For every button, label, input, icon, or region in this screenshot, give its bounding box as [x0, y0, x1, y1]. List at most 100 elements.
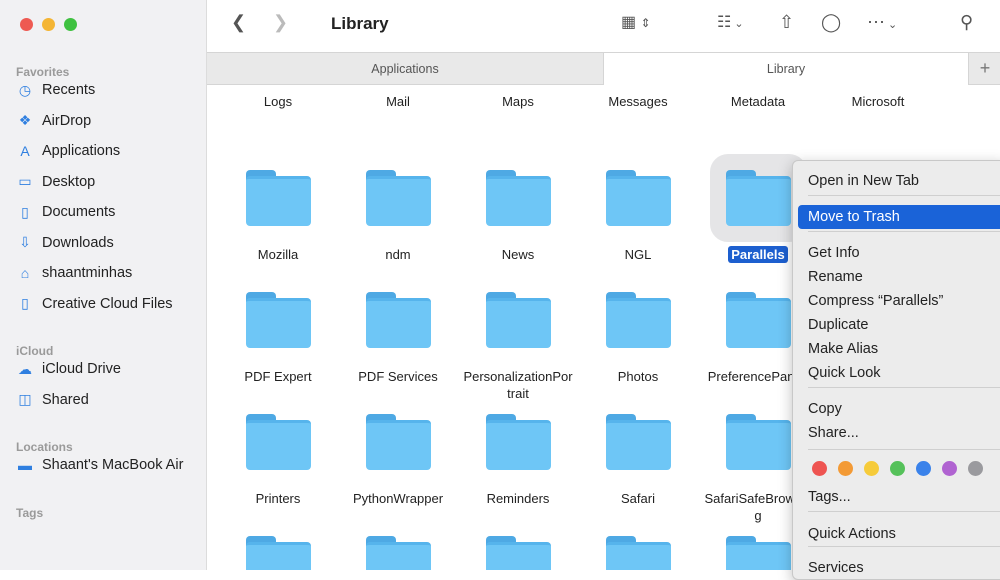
- tag-color-dot[interactable]: [942, 461, 957, 476]
- new-tab-button[interactable]: +: [970, 53, 1000, 84]
- tag-color-dot[interactable]: [916, 461, 931, 476]
- tab-library[interactable]: Library: [603, 53, 969, 85]
- folder-icon: [365, 170, 431, 226]
- file-item[interactable]: ndm: [338, 170, 458, 263]
- sidebar-item-recents[interactable]: ◷ Recents: [16, 78, 95, 102]
- cloud-icon: ☁: [18, 360, 32, 377]
- group-button[interactable]: ☷ ⌄: [717, 12, 744, 32]
- file-item[interactable]: Photos: [578, 292, 698, 385]
- view-mode-button[interactable]: ▦ ⇕: [621, 12, 651, 32]
- sidebar-item-label: Applications: [42, 143, 121, 159]
- sidebar-item-shaant-s-macbook-air[interactable]: ▬ Shaant's MacBook Air: [16, 453, 183, 477]
- chevron-down-icon: ⌄: [731, 18, 744, 30]
- file-name: Photos: [617, 369, 659, 384]
- folder-icon: [485, 292, 551, 348]
- menu-item-services[interactable]: Services: [798, 556, 1000, 580]
- folder-icon: [725, 292, 791, 348]
- chevron-updown-icon: ⇕: [640, 16, 651, 30]
- menu-item-copy[interactable]: Copy: [798, 397, 1000, 421]
- sidebar-item-creative-cloud-files[interactable]: ▯ Creative Cloud Files: [16, 292, 173, 316]
- sidebar-item-label: AirDrop: [42, 112, 92, 129]
- folder-icon: [725, 414, 791, 470]
- tab-applications[interactable]: Applications: [207, 53, 603, 84]
- menu-item-compress-parallels[interactable]: Compress “Parallels”: [798, 289, 1000, 313]
- menu-item-make-alias[interactable]: Make Alias: [798, 337, 1000, 361]
- file-item[interactable]: Logs: [218, 85, 338, 110]
- file-name: Mozilla: [257, 247, 299, 262]
- back-button[interactable]: ❮: [231, 12, 246, 33]
- more-actions-button[interactable]: ⋯ ⌄: [867, 12, 897, 33]
- sidebar-item-downloads[interactable]: ⇩ Downloads: [16, 231, 114, 255]
- minimize-window-button[interactable]: [42, 18, 55, 31]
- file-item[interactable]: [458, 536, 578, 570]
- menu-item-quick-look[interactable]: Quick Look: [798, 361, 1000, 385]
- file-name: Printers: [255, 491, 301, 506]
- search-button[interactable]: ⚲: [960, 12, 973, 33]
- window-title: Library: [331, 14, 389, 33]
- file-item[interactable]: PDF Services: [338, 292, 458, 385]
- sidebar-item-shaantminhas[interactable]: ⌂ shaantminhas: [16, 261, 133, 285]
- sidebar-item-desktop[interactable]: ▭ Desktop: [16, 170, 95, 194]
- menu-item-tags[interactable]: Tags...: [798, 485, 1000, 509]
- file-item[interactable]: Reminders: [458, 414, 578, 507]
- sidebar-item-airdrop[interactable]: ❖ AirDrop: [16, 109, 91, 133]
- menu-item-rename[interactable]: Rename: [798, 265, 1000, 289]
- forward-button[interactable]: ❯: [273, 12, 288, 33]
- folder-icon: [245, 170, 311, 226]
- menu-item-move-to-trash[interactable]: Move to Trash: [798, 205, 1000, 229]
- file-item[interactable]: [578, 536, 698, 570]
- chevron-down-icon: ⌄: [885, 19, 898, 31]
- desktop-icon: ▭: [18, 173, 32, 189]
- sidebar-item-documents[interactable]: ▯ Documents: [16, 200, 115, 224]
- file-item[interactable]: Safari: [578, 414, 698, 507]
- menu-separator: [808, 231, 1000, 232]
- menu-item-duplicate[interactable]: Duplicate: [798, 313, 1000, 337]
- close-window-button[interactable]: [20, 18, 33, 31]
- sidebar-section-header: Favorites: [16, 65, 70, 79]
- tag-color-dot[interactable]: [838, 461, 853, 476]
- file-item[interactable]: NGL: [578, 170, 698, 263]
- share-button[interactable]: ⇧: [779, 12, 794, 33]
- sidebar-item-shared[interactable]: ◫ Shared: [16, 388, 88, 412]
- tag-color-dot[interactable]: [812, 461, 827, 476]
- folder-icon: [605, 292, 671, 348]
- tag-color-dot[interactable]: [968, 461, 983, 476]
- sidebar-item-label: Creative Cloud Files: [42, 295, 173, 312]
- file-item[interactable]: Printers: [218, 414, 338, 507]
- folder-icon: [725, 536, 791, 570]
- tag-button[interactable]: ◯: [821, 12, 841, 33]
- file-item[interactable]: Mail: [338, 85, 458, 110]
- file-item[interactable]: Messages: [578, 85, 698, 110]
- file-item[interactable]: Microsoft: [818, 85, 938, 110]
- menu-item-quick-actions[interactable]: Quick Actions: [798, 522, 1000, 546]
- file-item[interactable]: Maps: [458, 85, 578, 110]
- file-item[interactable]: News: [458, 170, 578, 263]
- sidebar-section-header: Tags: [16, 506, 44, 520]
- file-name: Maps: [502, 94, 534, 109]
- file-name: PythonWrapper: [352, 491, 444, 506]
- sidebar-item-label: iCloud Drive: [42, 361, 121, 377]
- menu-item-share[interactable]: Share...: [798, 421, 1000, 445]
- clock-icon: ◷: [18, 81, 32, 98]
- file-item[interactable]: [218, 536, 338, 570]
- file-name: Reminders: [486, 491, 550, 506]
- menu-separator: [808, 449, 1000, 450]
- file-item[interactable]: Metadata: [698, 85, 818, 110]
- menu-separator: [808, 195, 1000, 196]
- folder-icon: [245, 414, 311, 470]
- sidebar-item-label: Desktop: [42, 173, 96, 190]
- sidebar-item-label: shaantminhas: [42, 265, 133, 281]
- zoom-window-button[interactable]: [64, 18, 77, 31]
- file-item[interactable]: [338, 536, 458, 570]
- tag-color-dot[interactable]: [864, 461, 879, 476]
- sidebar-item-icloud-drive[interactable]: ☁ iCloud Drive: [16, 357, 121, 381]
- file-item[interactable]: PythonWrapper: [338, 414, 458, 507]
- sidebar-item-applications[interactable]: A Applications: [16, 139, 120, 163]
- menu-item-get-info[interactable]: Get Info: [798, 241, 1000, 265]
- file-item[interactable]: PDF Expert: [218, 292, 338, 385]
- file-item[interactable]: PersonalizationPortrait: [458, 292, 578, 402]
- menu-item-open-in-new-tab[interactable]: Open in New Tab: [798, 169, 1000, 193]
- file-item[interactable]: Mozilla: [218, 170, 338, 263]
- tag-color-dot[interactable]: [890, 461, 905, 476]
- file-name: Safari: [621, 491, 655, 506]
